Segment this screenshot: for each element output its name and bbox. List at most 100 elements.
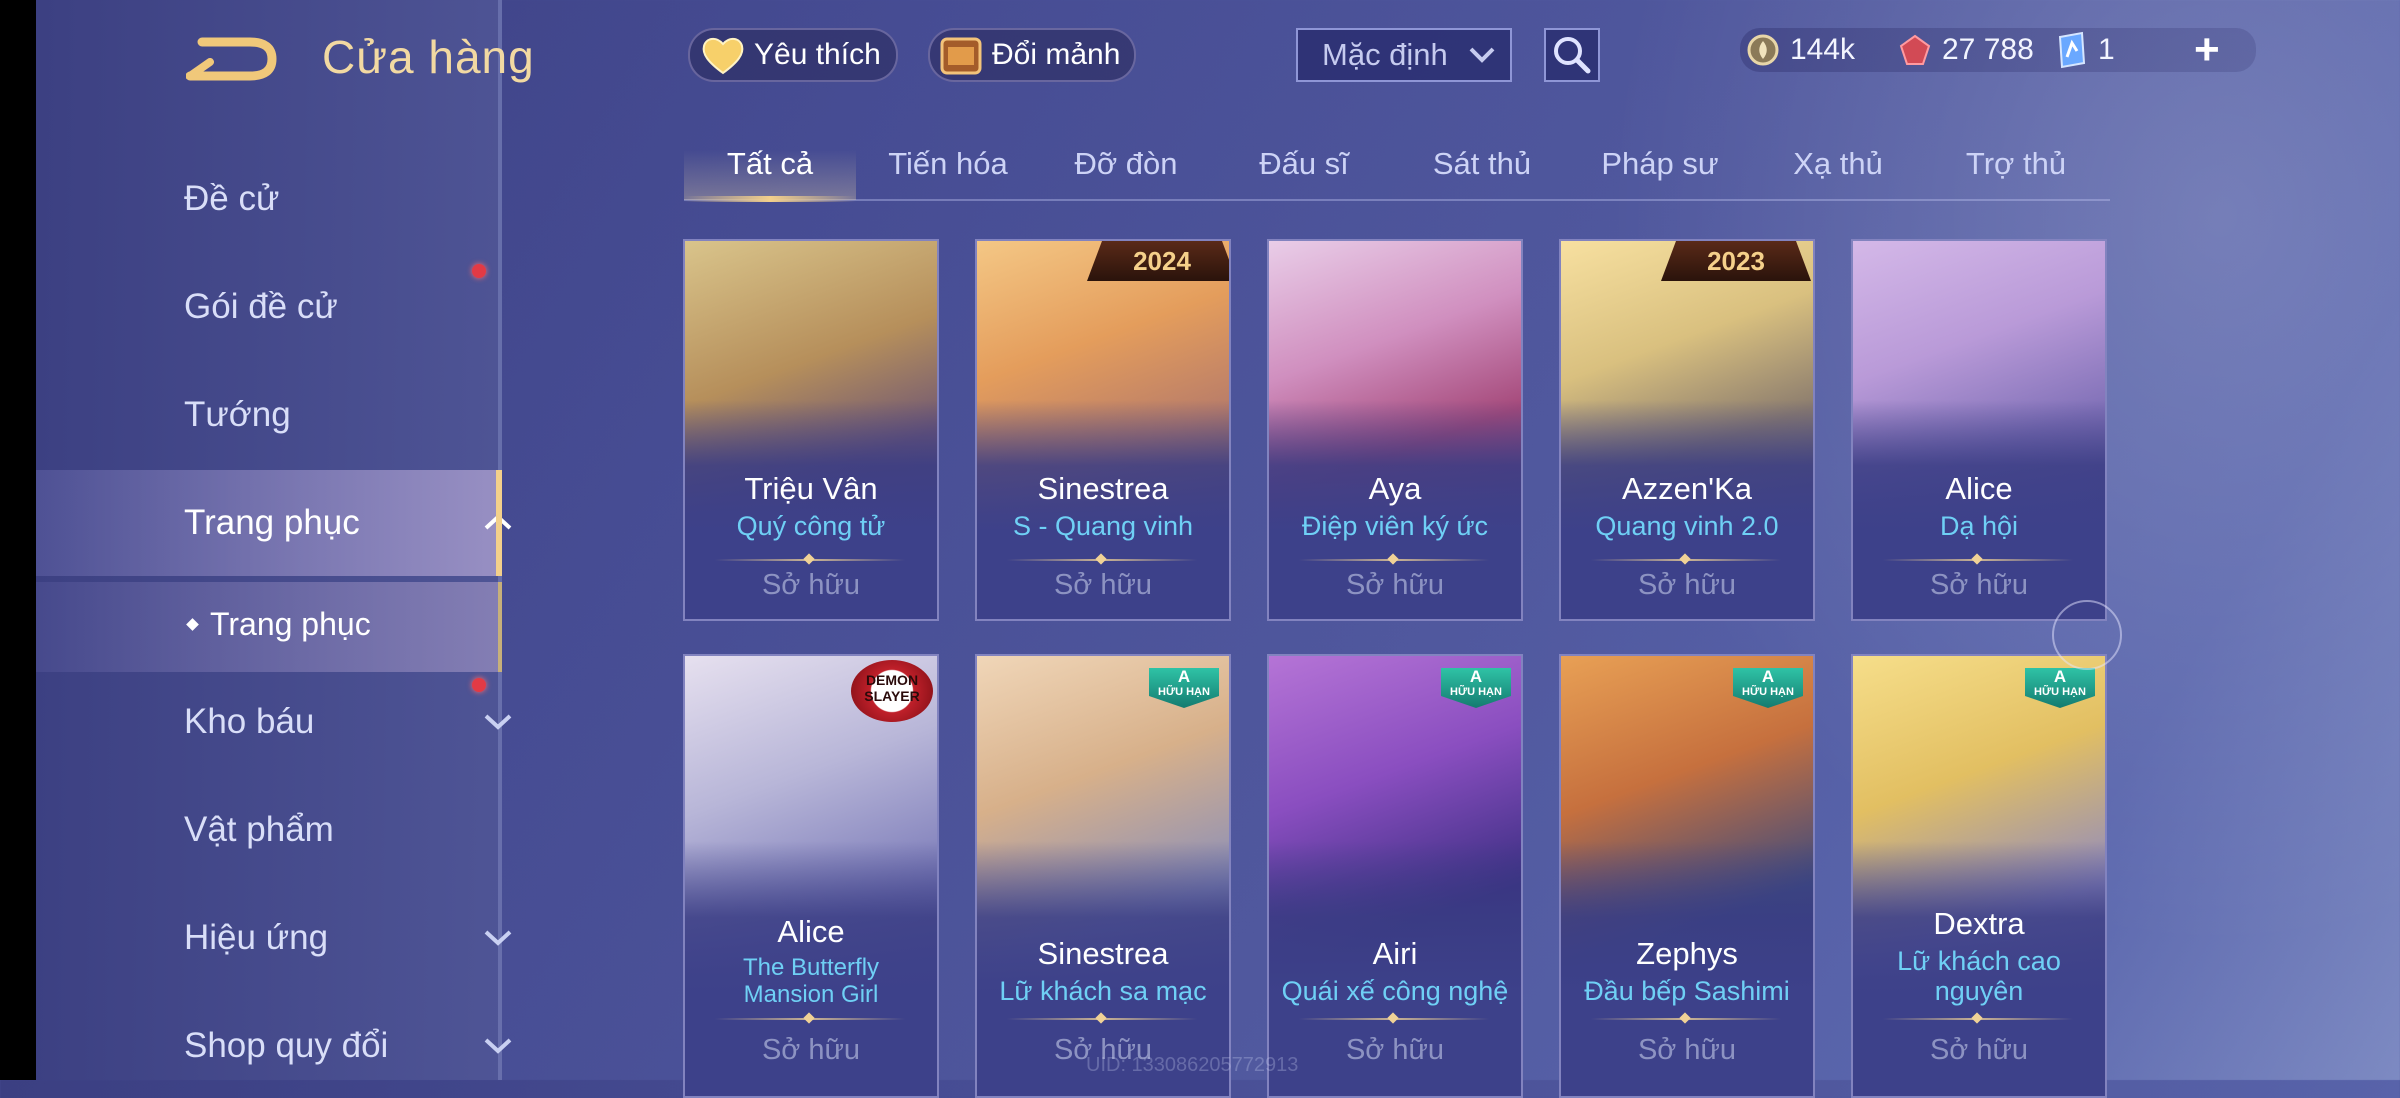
hero-name: Alice (1945, 471, 2013, 506)
back-arrow-icon[interactable] (186, 32, 278, 86)
tab-all[interactable]: Tất cả (684, 146, 856, 182)
sidebar-item-skins[interactable]: Trang phục (36, 470, 512, 576)
notification-dot (472, 264, 486, 278)
owned-status: Sở hữu (1053, 569, 1153, 601)
skin-card[interactable]: A HỮU HẠN Dextra Lữ khách cao nguyên Sở h… (1851, 654, 2107, 1098)
badge-grade: A (1761, 667, 1775, 686)
owned-status: Sở hữu (761, 569, 861, 601)
tab-mage[interactable]: Pháp sư (1574, 146, 1746, 182)
voucher-currency: 27 788 (1898, 28, 2034, 72)
skin-name: The Butterfly Mansion Girl (742, 954, 880, 1008)
crystal-ticket-icon (2058, 31, 2086, 69)
skin-card[interactable]: Alice Dạ hội Sở hữu (1851, 239, 2107, 621)
chevron-down-icon (1469, 47, 1495, 63)
sidebar-item-label: Kho báu (184, 702, 315, 741)
sidebar-item-recommended-packs[interactable]: Gói đề cử (36, 261, 502, 353)
badge-limited: HỮU HẠN (1450, 686, 1502, 698)
search-icon (1554, 37, 1591, 74)
badge-limited: HỮU HẠN (1158, 686, 1210, 698)
owned-status: Sở hữu (761, 1034, 861, 1066)
sidebar-item-heroes[interactable]: Tướng (36, 369, 502, 461)
skin-name: Dạ hội (1939, 511, 2019, 541)
sidebar-item-label: Trang phục (184, 503, 360, 542)
tab-assassin[interactable]: Sát thủ (1396, 146, 1568, 182)
skin-name: Quý công tử (736, 511, 886, 541)
treasure-chest-icon (940, 37, 982, 75)
sort-dropdown[interactable]: Mặc định (1296, 28, 1512, 82)
sidebar-item-label: Tướng (184, 395, 291, 434)
hero-name: Zephys (1636, 936, 1738, 971)
badge-grade: A (1177, 667, 1191, 686)
tab-evolution[interactable]: Tiến hóa (862, 146, 1034, 182)
voucher-amount: 27 788 (1942, 33, 2034, 66)
skin-name: Quang vinh 2.0 (1595, 511, 1779, 541)
gold-amount: 144k (1790, 33, 1856, 66)
skin-card[interactable]: DEMON SLAYER Alice The Butterfly Mansion… (683, 654, 939, 1098)
owned-status: Sở hữu (1929, 569, 2029, 601)
skin-card[interactable]: Triệu Vân Quý công tử Sở hữu (683, 239, 939, 621)
skin-card[interactable]: 2023 Azzen'Ka Quang vinh 2.0 Sở hữu (1559, 239, 1815, 621)
crystal-currency: 1 (2054, 28, 2115, 72)
hero-name: Airi (1372, 936, 1418, 971)
page-title: Cửa hàng (322, 31, 535, 83)
skin-card[interactable]: A HỮU HẠN Airi Quái xế công nghệ Sở hữu (1267, 654, 1523, 1098)
tab-fighter[interactable]: Đấu sĩ (1218, 146, 1390, 182)
tab-marksman[interactable]: Xạ thủ (1752, 146, 1924, 182)
badge-grade: A (2053, 667, 2067, 686)
skin-name: Điệp viên ký ức (1301, 511, 1489, 541)
skin-card[interactable]: A HỮU HẠN Zephys Đầu bếp Sashimi Sở hữu (1559, 654, 1815, 1098)
chevron-up-icon (482, 507, 514, 539)
tab-tank[interactable]: Đỡ đòn (1040, 146, 1212, 182)
sidebar-item-recommended[interactable]: Đề cử (36, 153, 502, 245)
crystal-amount: 1 (2098, 33, 2115, 66)
skin-name: Lữ khách sa mạc (999, 976, 1207, 1006)
hero-name: Azzen'Ka (1622, 471, 1752, 506)
sidebar-item-exchange-shop[interactable]: Shop quy đổi (36, 1000, 512, 1092)
tabs-divider (684, 199, 2110, 201)
owned-status: Sở hữu (1345, 569, 1445, 601)
sidebar-item-items[interactable]: Vật phẩm (36, 784, 502, 876)
exchange-fragments-button[interactable]: Đổi mảnh (928, 28, 1136, 82)
skin-name: Lữ khách cao nguyên (1897, 946, 2061, 1006)
collab-logo: DEMON SLAYER (851, 660, 933, 722)
skin-card[interactable]: A HỮU HẠN Sinestrea Lữ khách sa mạc Sở hữ… (975, 654, 1231, 1098)
bullet-diamond-icon (186, 618, 199, 631)
sidebar-item-treasure[interactable]: Kho báu (36, 676, 512, 768)
badge-grade: A (1469, 667, 1483, 686)
tab-support[interactable]: Trợ thủ (1930, 146, 2102, 182)
sidebar-subitem-skins[interactable]: Trang phục (36, 582, 502, 672)
hero-name: Sinestrea (1037, 471, 1169, 506)
owned-status: Sở hữu (1637, 569, 1737, 601)
skin-name: Đầu bếp Sashimi (1584, 976, 1790, 1006)
search-button[interactable] (1544, 28, 1600, 82)
skin-card[interactable]: Aya Điệp viên ký ức Sở hữu (1267, 239, 1523, 621)
skin-name: Quái xế công nghệ (1281, 976, 1509, 1006)
sidebar-item-label: Đề cử (184, 179, 280, 218)
exchange-fragments-label: Đổi mảnh (992, 38, 1121, 71)
screen-edge (0, 0, 36, 1080)
hero-name: Dextra (1933, 906, 2025, 941)
sidebar-item-label: Shop quy đổi (184, 1026, 389, 1065)
favorites-button[interactable]: Yêu thích (688, 28, 898, 82)
sidebar-item-effects[interactable]: Hiệu ứng (36, 892, 512, 984)
hero-name: Alice (777, 914, 845, 949)
gold-currency: 144k (1746, 28, 1855, 72)
user-id: UID: 133086205772913 (1086, 1054, 1299, 1076)
owned-status: Sở hữu (1637, 1034, 1737, 1066)
chevron-down-icon (482, 1030, 514, 1062)
sort-value: Mặc định (1322, 37, 1448, 72)
badge-limited: HỮU HẠN (1742, 686, 1794, 698)
skin-card[interactable]: 2024 Sinestrea S - Quang vinh Sở hữu (975, 239, 1231, 621)
hero-name: Aya (1368, 471, 1422, 506)
badge-limited: HỮU HẠN (2034, 686, 2086, 698)
sidebar-item-label: Vật phẩm (184, 810, 334, 849)
favorites-label: Yêu thích (754, 38, 881, 71)
sidebar-item-label: Gói đề cử (184, 287, 338, 326)
skin-name: S - Quang vinh (1012, 511, 1194, 541)
red-gem-icon (1899, 34, 1931, 65)
chevron-down-icon (482, 706, 514, 738)
hero-name: Triệu Vân (744, 471, 878, 506)
floating-assist-ring[interactable] (2052, 600, 2122, 670)
sidebar-item-label: Hiệu ứng (184, 918, 329, 957)
add-currency-button[interactable]: + (2194, 28, 2220, 72)
